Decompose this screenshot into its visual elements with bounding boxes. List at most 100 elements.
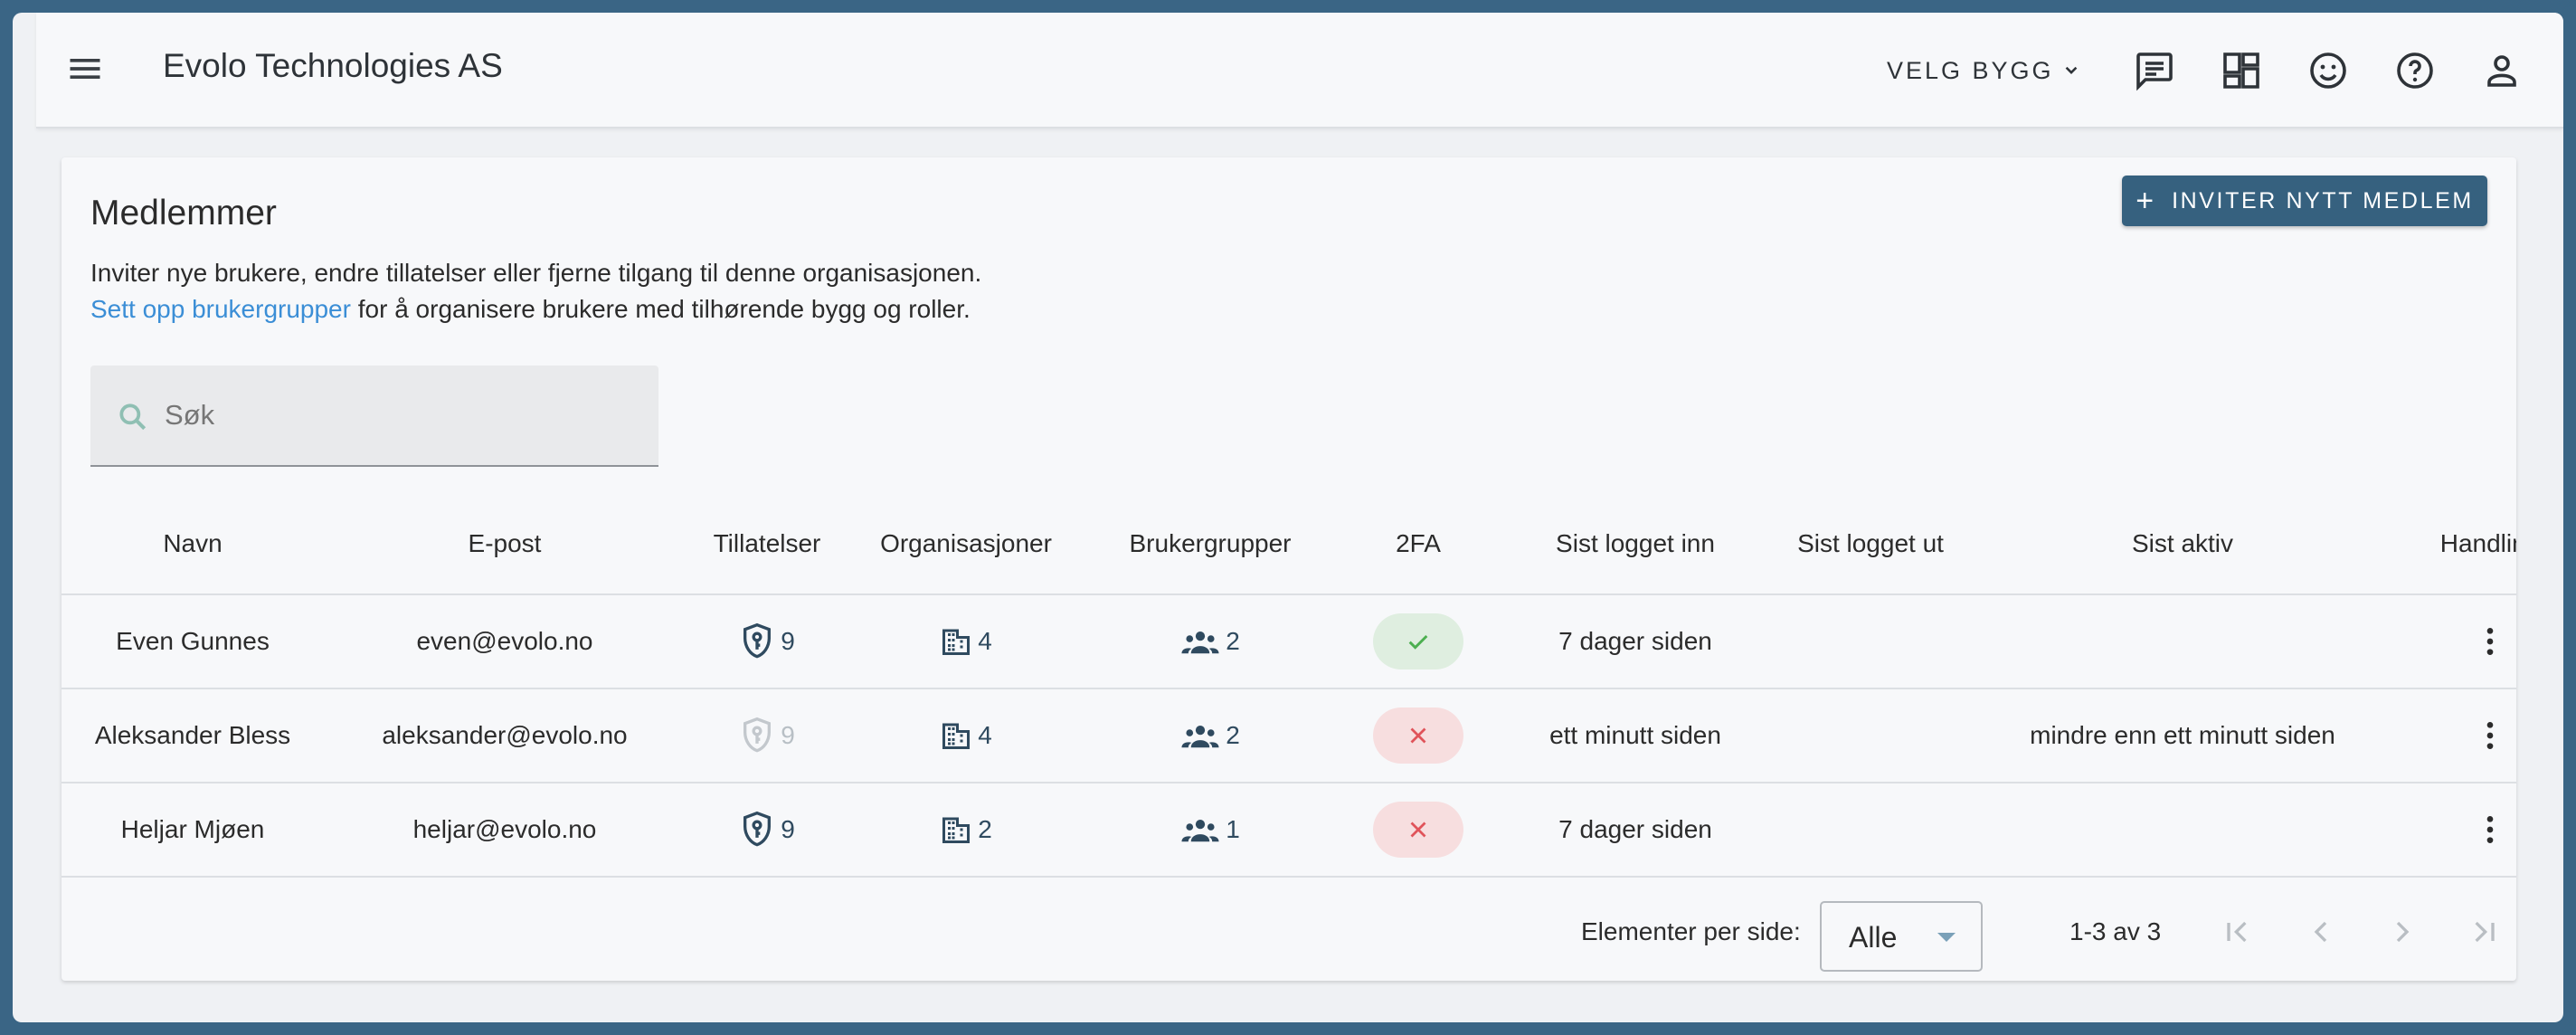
last-logout	[1762, 689, 1979, 782]
column-header-organizations[interactable]: Organisasjoner	[857, 494, 1075, 593]
permissions-count: 9	[781, 627, 795, 655]
group-icon	[1181, 726, 1219, 748]
column-header-action: Handling	[2439, 529, 2516, 557]
table-row[interactable]: Aleksander Bless aleksander@evolo.no 9 4…	[62, 689, 2516, 783]
twofa-status-badge	[1373, 613, 1463, 669]
items-per-page-label: Elementer per side:	[1581, 917, 1801, 945]
last-login: 7 dager siden	[1558, 815, 1712, 843]
plus-icon: +	[2136, 183, 2155, 218]
column-header-last-active[interactable]: Sist aktiv	[1979, 494, 2386, 593]
twofa-status-badge	[1373, 707, 1463, 764]
pagination-bar: Elementer per side: Alle 1-3 av 3	[62, 883, 2516, 981]
last-login: 7 dager siden	[1558, 627, 1712, 655]
chevron-down-icon	[2065, 66, 2077, 75]
next-page-icon[interactable]	[2384, 914, 2420, 950]
items-per-page-value: Alle	[1849, 921, 1898, 954]
column-header-email[interactable]: E-post	[360, 494, 649, 593]
organizations-count: 4	[978, 721, 992, 749]
permissions-cell[interactable]: 9	[677, 689, 857, 782]
row-action-cell	[2377, 595, 2516, 688]
last-page-icon[interactable]	[2466, 914, 2502, 950]
group-icon	[1181, 631, 1219, 654]
table-row[interactable]: Even Gunnes even@evolo.no 9 4 2 7 dager …	[62, 595, 2516, 689]
app-window: Evolo Technologies AS VELG BYGG Medlemme…	[13, 13, 2563, 1022]
help-icon[interactable]	[2393, 49, 2437, 92]
permissions-count: 9	[781, 721, 795, 749]
column-header-2fa[interactable]: 2FA	[1346, 494, 1491, 593]
description-line-1: Inviter nye brukere, endre tillatelser e…	[90, 259, 982, 287]
permissions-cell[interactable]: 9	[677, 783, 857, 876]
row-action-cell	[2377, 689, 2516, 782]
shield-key-icon	[743, 811, 772, 847]
user-groups-link[interactable]: Sett opp brukergrupper	[90, 295, 351, 323]
shield-key-icon	[743, 622, 772, 659]
user-groups-count: 2	[1226, 721, 1240, 749]
prev-page-icon[interactable]	[2303, 914, 2339, 950]
column-header-name[interactable]: Navn	[80, 494, 306, 593]
twofa-status-badge	[1373, 802, 1463, 858]
user-groups-cell[interactable]: 1	[1093, 783, 1328, 876]
first-page-icon[interactable]	[2220, 914, 2256, 950]
menu-icon[interactable]	[65, 49, 105, 89]
column-header-user-groups[interactable]: Brukergrupper	[1093, 494, 1328, 593]
smiley-icon[interactable]	[2306, 49, 2350, 92]
table-row[interactable]: Heljar Mjøen heljar@evolo.no 9 2 1 7 dag…	[62, 783, 2516, 878]
close-icon	[1410, 821, 1426, 838]
user-groups-cell[interactable]: 2	[1093, 595, 1328, 688]
chat-icon[interactable]	[2133, 49, 2176, 92]
member-name: Even Gunnes	[116, 627, 270, 655]
member-name: Heljar Mjøen	[120, 815, 265, 843]
last-active: mindre enn ett minutt siden	[2030, 721, 2335, 749]
user-groups-count: 2	[1226, 627, 1240, 655]
permissions-cell[interactable]: 9	[677, 595, 857, 688]
items-per-page-select[interactable]: Alle	[1820, 901, 1983, 972]
dashboard-icon[interactable]	[2220, 49, 2263, 92]
page-title: Medlemmer	[90, 194, 277, 233]
top-app-bar: Evolo Technologies AS VELG BYGG	[36, 13, 2563, 128]
last-logout	[1762, 783, 1979, 876]
building-select[interactable]: VELG BYGG	[1887, 54, 2083, 87]
dropdown-arrow-icon	[1937, 933, 1956, 942]
row-action-cell	[2377, 783, 2516, 876]
member-email: heljar@evolo.no	[412, 815, 597, 843]
account-icon[interactable]	[2480, 49, 2524, 92]
building-icon	[942, 629, 971, 655]
organizations-cell[interactable]: 4	[857, 595, 1075, 688]
members-table: Navn E-post Tillatelser Organisasjoner B…	[62, 494, 2516, 878]
twofa-cell	[1346, 689, 1491, 782]
last-logout	[1762, 595, 1979, 688]
building-select-label: VELG BYGG	[1887, 56, 2054, 84]
organizations-count: 2	[978, 815, 992, 843]
more-vert-icon[interactable]	[2472, 623, 2508, 660]
description-line-2-text: for å organisere brukere med tilhørende …	[350, 295, 971, 323]
search-field[interactable]	[90, 366, 658, 467]
description-line-2: Sett opp brukergrupper for å organisere …	[90, 295, 971, 324]
shield-key-icon	[743, 717, 772, 753]
more-vert-icon[interactable]	[2472, 812, 2508, 848]
pagination-range: 1-3 av 3	[2069, 917, 2162, 945]
organizations-cell[interactable]: 4	[857, 689, 1075, 782]
user-groups-cell[interactable]: 2	[1093, 689, 1328, 782]
check-icon	[1408, 634, 1428, 650]
members-card: Medlemmer + INVITER NYTT MEDLEM Inviter …	[62, 157, 2516, 981]
search-input[interactable]	[165, 393, 635, 438]
column-header-last-login[interactable]: Sist logget inn	[1509, 494, 1762, 593]
twofa-cell	[1346, 783, 1491, 876]
invite-member-label: INVITER NYTT MEDLEM	[2172, 187, 2474, 214]
table-body: Even Gunnes even@evolo.no 9 4 2 7 dager …	[62, 595, 2516, 878]
building-icon	[942, 723, 971, 749]
more-vert-icon[interactable]	[2472, 717, 2508, 754]
organization-title: Evolo Technologies AS	[163, 47, 503, 84]
column-header-last-logout[interactable]: Sist logget ut	[1762, 494, 1979, 593]
group-icon	[1181, 820, 1219, 842]
member-email: even@evolo.no	[416, 627, 593, 655]
close-icon	[1410, 727, 1426, 744]
user-groups-count: 1	[1226, 815, 1240, 843]
last-active	[1979, 783, 2386, 876]
member-name: Aleksander Bless	[94, 721, 291, 749]
member-email: aleksander@evolo.no	[382, 721, 628, 749]
invite-member-button[interactable]: + INVITER NYTT MEDLEM	[2122, 176, 2487, 226]
organizations-cell[interactable]: 2	[857, 783, 1075, 876]
table-header: Navn E-post Tillatelser Organisasjoner B…	[62, 494, 2516, 595]
column-header-permissions[interactable]: Tillatelser	[677, 494, 857, 593]
